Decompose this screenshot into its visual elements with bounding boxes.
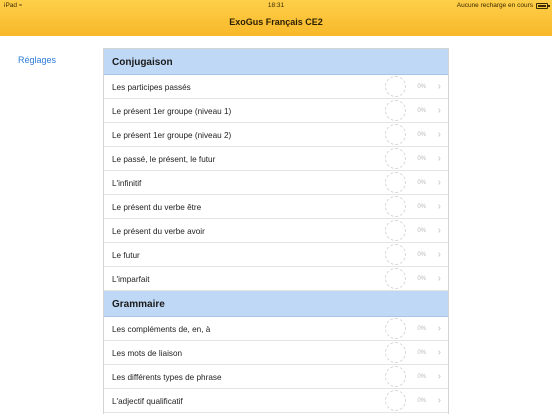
- list-item[interactable]: Les mots de liaison 0% ›: [104, 341, 448, 365]
- status-charge: Aucune recharge en cours: [456, 2, 550, 9]
- settings-link[interactable]: Réglages: [18, 55, 56, 65]
- chevron-right-icon: ›: [437, 249, 441, 260]
- chevron-right-icon: ›: [437, 105, 441, 116]
- list-item-label: Le présent 1er groupe (niveau 2): [112, 131, 232, 140]
- status-bar: iPad ≈ 18:31 Aucune recharge en cours: [0, 0, 552, 11]
- chevron-right-icon: ›: [437, 153, 441, 164]
- list-item-label: Le présent du verbe avoir: [112, 227, 205, 236]
- progress-percent: 0%: [417, 108, 426, 114]
- chevron-right-icon: ›: [437, 177, 441, 188]
- list-item[interactable]: Le présent du verbe être 0% ›: [104, 195, 448, 219]
- list-item[interactable]: Les différents types de phrase 0% ›: [104, 365, 448, 389]
- list-item-label: Le passé, le présent, le futur: [112, 155, 216, 164]
- list-item-label: Les participes passés: [112, 83, 191, 92]
- list-item[interactable]: L'imparfait 0% ›: [104, 267, 448, 291]
- progress-ring-icon: [385, 366, 406, 387]
- list-item[interactable]: Les compléments de, en, à 0% ›: [104, 317, 448, 341]
- progress-ring-icon: [385, 390, 406, 411]
- progress-ring-icon: [385, 76, 406, 97]
- progress-percent: 0%: [417, 374, 426, 380]
- progress-percent: 0%: [417, 350, 426, 356]
- list-item[interactable]: Le passé, le présent, le futur 0% ›: [104, 147, 448, 171]
- section-header: Grammaire: [104, 291, 448, 317]
- progress-ring-icon: [385, 100, 406, 121]
- chevron-right-icon: ›: [437, 323, 441, 334]
- progress-percent: 0%: [417, 326, 426, 332]
- chevron-right-icon: ›: [437, 347, 441, 358]
- progress-ring-icon: [385, 318, 406, 339]
- chevron-right-icon: ›: [437, 371, 441, 382]
- list-item[interactable]: L'adjectif qualificatif 0% ›: [104, 389, 448, 413]
- progress-percent: 0%: [417, 84, 426, 90]
- list-item-label: Les mots de liaison: [112, 349, 183, 358]
- chevron-right-icon: ›: [437, 201, 441, 212]
- chevron-right-icon: ›: [437, 273, 441, 284]
- chevron-right-icon: ›: [437, 225, 441, 236]
- list-item-label: Le futur: [112, 251, 140, 260]
- progress-percent: 0%: [417, 156, 426, 162]
- progress-ring-icon: [385, 196, 406, 217]
- list-item[interactable]: Le présent 1er groupe (niveau 2) 0% ›: [104, 123, 448, 147]
- list-item[interactable]: Le présent du verbe avoir 0% ›: [104, 219, 448, 243]
- battery-icon: [536, 2, 550, 9]
- progress-percent: 0%: [417, 180, 426, 186]
- progress-percent: 0%: [417, 132, 426, 138]
- navigation-bar: iPad ≈ 18:31 Aucune recharge en cours Ex…: [0, 0, 552, 36]
- list-item-label: Le présent du verbe être: [112, 203, 202, 212]
- progress-percent: 0%: [417, 228, 426, 234]
- chevron-right-icon: ›: [437, 395, 441, 406]
- list-item-label: L'infinitif: [112, 179, 142, 188]
- exercise-list: Conjugaison Les participes passés 0% › Le pr…: [103, 48, 449, 414]
- chevron-right-icon: ›: [437, 81, 441, 92]
- list-item-label: Les différents types de phrase: [112, 373, 222, 382]
- charge-label: Aucune recharge en cours: [456, 2, 533, 9]
- progress-ring-icon: [385, 268, 406, 289]
- progress-ring-icon: [385, 342, 406, 363]
- progress-percent: 0%: [417, 276, 426, 282]
- progress-ring-icon: [385, 244, 406, 265]
- list-item-label: L'adjectif qualificatif: [112, 397, 183, 406]
- list-item[interactable]: Le présent 1er groupe (niveau 1) 0% ›: [104, 99, 448, 123]
- progress-ring-icon: [385, 220, 406, 241]
- list-item-label: L'imparfait: [112, 275, 150, 284]
- progress-ring-icon: [385, 124, 406, 145]
- progress-percent: 0%: [417, 252, 426, 258]
- list-item-label: Les compléments de, en, à: [112, 325, 211, 334]
- progress-ring-icon: [385, 148, 406, 169]
- page-title: ExoGus Français CE2: [229, 17, 323, 27]
- list-item-label: Le présent 1er groupe (niveau 1): [112, 107, 232, 116]
- list-item[interactable]: Le futur 0% ›: [104, 243, 448, 267]
- progress-percent: 0%: [417, 398, 426, 404]
- section-header: Conjugaison: [104, 49, 448, 75]
- chevron-right-icon: ›: [437, 129, 441, 140]
- list-item[interactable]: Les participes passés 0% ›: [104, 75, 448, 99]
- progress-percent: 0%: [417, 204, 426, 210]
- progress-ring-icon: [385, 172, 406, 193]
- list-item[interactable]: L'infinitif 0% ›: [104, 171, 448, 195]
